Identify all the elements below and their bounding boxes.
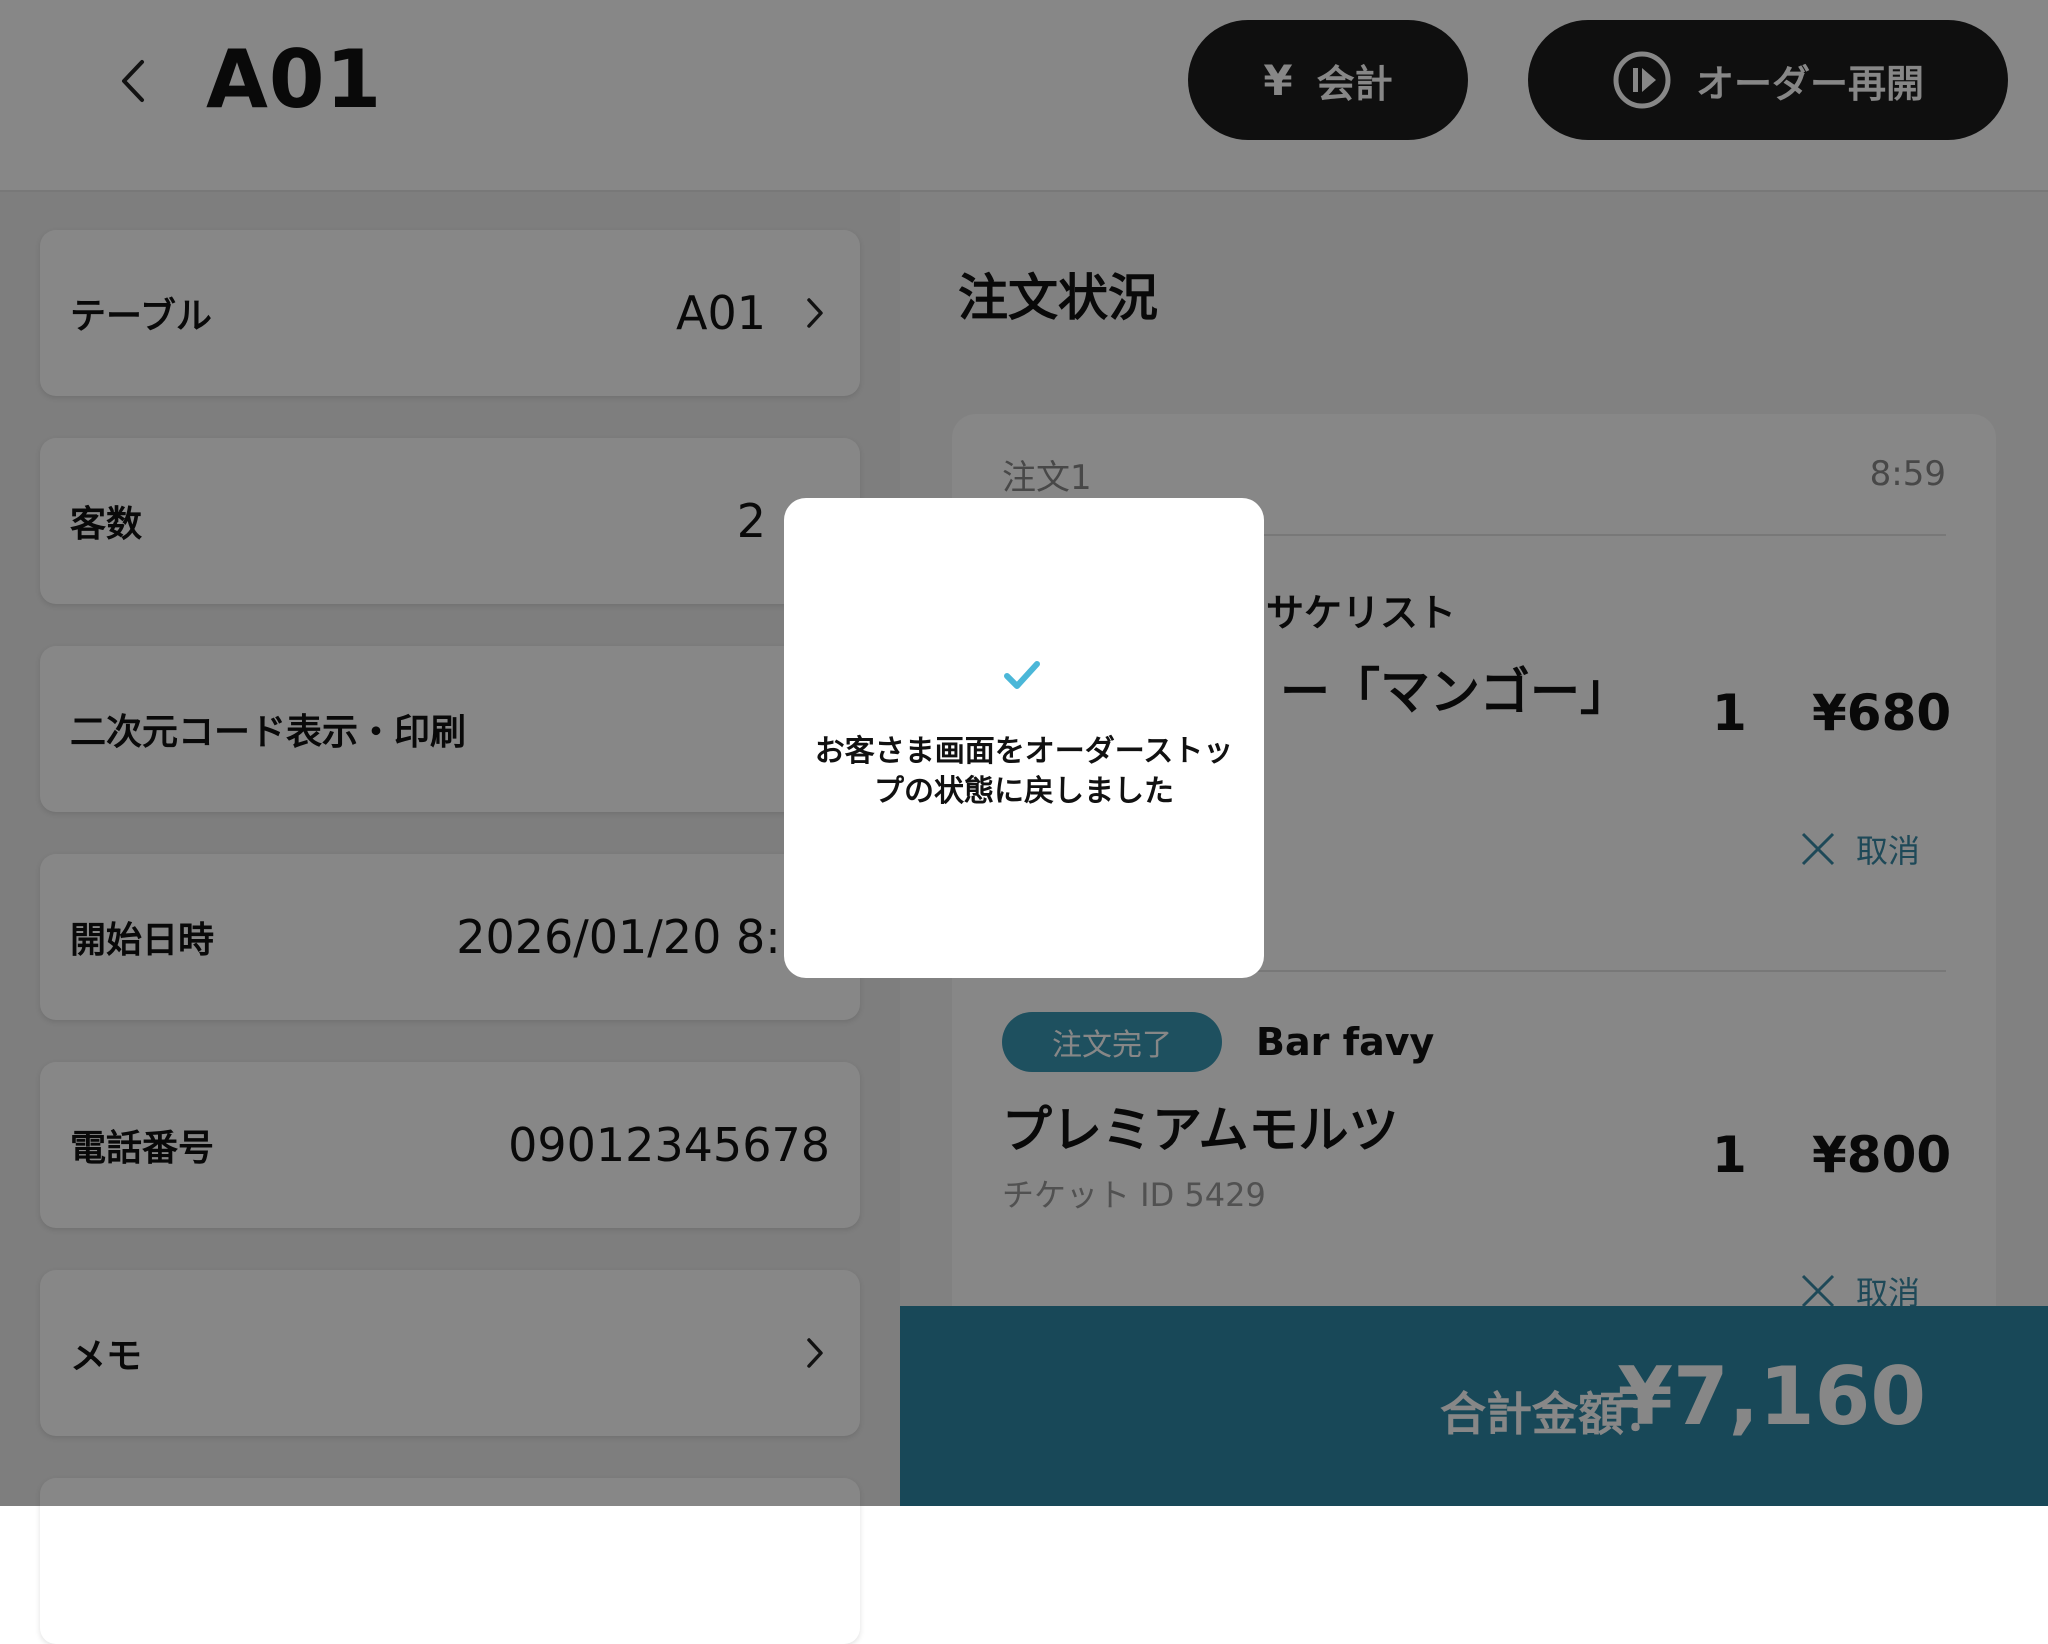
check-icon <box>1004 661 1040 689</box>
confirmation-dialog: お客さま画面をオーダーストップの状態に戻しました <box>784 498 1264 978</box>
dialog-message: お客さま画面をオーダーストップの状態に戻しました <box>814 734 1234 809</box>
